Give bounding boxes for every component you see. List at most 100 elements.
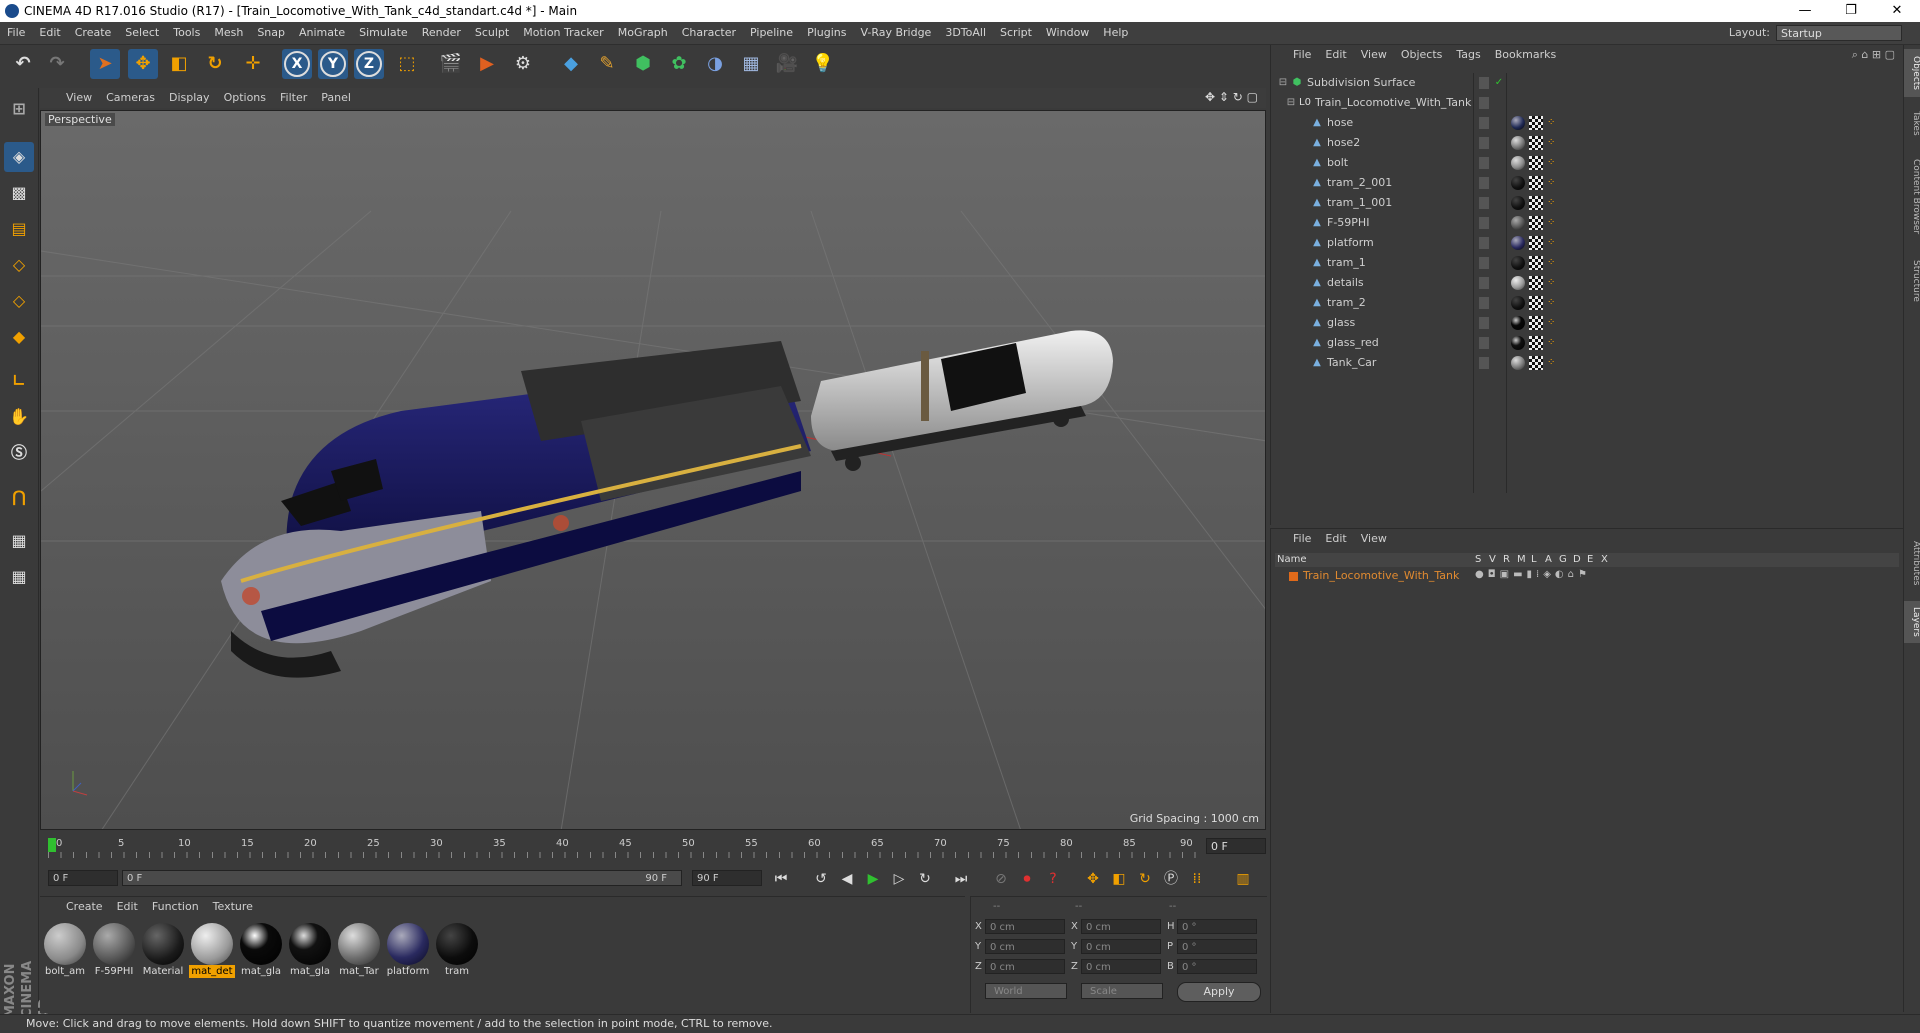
viewport-menu-cameras[interactable]: Cameras <box>99 88 162 108</box>
tab-objects[interactable]: Objects <box>1904 49 1920 97</box>
prev-frame-icon[interactable]: ◀ <box>836 868 858 890</box>
material-tag[interactable] <box>1511 236 1525 250</box>
viewport-menu-view[interactable]: View <box>40 88 99 108</box>
goto-end-icon[interactable]: ⏭ <box>950 868 972 890</box>
material-tag[interactable] <box>1511 176 1525 190</box>
material-swatch[interactable]: tram <box>434 921 480 981</box>
rotation-h-field[interactable]: 0 ° <box>1177 919 1257 934</box>
axis-mode-icon[interactable]: ∟ <box>4 366 34 396</box>
object-row[interactable]: ▲ hose2 ⁘ <box>1271 133 1903 153</box>
object-row[interactable]: ▲ hose ⁘ <box>1271 113 1903 133</box>
material-menu-function[interactable]: Function <box>145 897 206 917</box>
position-x-field[interactable]: 0 cm <box>985 919 1065 934</box>
material-tag[interactable] <box>1511 196 1525 210</box>
material-swatch[interactable]: F-59PHI <box>91 921 137 981</box>
object-menu-view[interactable]: View <box>1354 45 1394 65</box>
menu-3dtoall[interactable]: 3DToAll <box>938 22 993 44</box>
texture-tag-icon[interactable]: ⁘ <box>1547 197 1557 209</box>
redo-icon[interactable]: ↷ <box>42 49 72 79</box>
tab-takes[interactable]: Takes <box>1904 105 1920 141</box>
object-row[interactable]: ▲ details ⁘ <box>1271 273 1903 293</box>
visibility-toggle[interactable] <box>1479 177 1489 189</box>
visibility-toggle[interactable] <box>1479 257 1489 269</box>
texture-tag-icon[interactable]: ⁘ <box>1547 157 1557 169</box>
visibility-toggle[interactable] <box>1479 277 1489 289</box>
material-swatch[interactable]: platform <box>385 921 431 981</box>
menu-script[interactable]: Script <box>993 22 1039 44</box>
layer-menu-edit[interactable]: Edit <box>1318 529 1353 549</box>
goto-start-icon[interactable]: ⏮ <box>770 868 792 890</box>
viewport-menu-display[interactable]: Display <box>162 88 217 108</box>
object-row[interactable]: ▲ platform ⁘ <box>1271 233 1903 253</box>
cloner-icon[interactable]: ✿ <box>664 49 694 79</box>
timeline-ruler[interactable]: 0 5 10 15 20 25 30 35 40 45 50 55 60 65 … <box>40 834 1266 860</box>
object-row[interactable]: ▲ tram_1 ⁘ <box>1271 253 1903 273</box>
material-tag[interactable] <box>1511 296 1525 310</box>
rotation-p-field[interactable]: 0 ° <box>1177 939 1257 954</box>
live-select-icon[interactable]: ✛ <box>238 49 268 79</box>
object-row-subdivision-surface[interactable]: ⊟ ⬢ Subdivision Surface ✓ <box>1271 73 1903 93</box>
menu-edit[interactable]: Edit <box>32 22 67 44</box>
object-menu-edit[interactable]: Edit <box>1318 45 1353 65</box>
keyframe-selection-icon[interactable]: ? <box>1042 868 1064 890</box>
undo-icon[interactable]: ↶ <box>8 49 38 79</box>
texture-tag-icon[interactable]: ⁘ <box>1547 217 1557 229</box>
uvw-tag[interactable] <box>1529 196 1543 210</box>
menu-plugins[interactable]: Plugins <box>800 22 853 44</box>
visibility-toggle[interactable] <box>1479 77 1489 89</box>
key-scale-icon[interactable]: ◧ <box>1108 868 1130 890</box>
visibility-toggle[interactable] <box>1479 237 1489 249</box>
menu-simulate[interactable]: Simulate <box>352 22 415 44</box>
apply-button[interactable]: Apply <box>1177 982 1261 1002</box>
viewport-menu-options[interactable]: Options <box>217 88 273 108</box>
tweak-mode-icon[interactable]: ✋ <box>4 402 34 432</box>
snap-icon[interactable]: ⋂ <box>4 482 34 512</box>
menu-vray-bridge[interactable]: V-Ray Bridge <box>853 22 938 44</box>
menu-select[interactable]: Select <box>118 22 166 44</box>
layer-row[interactable]: Train_Locomotive_With_Tank ●◘▣▬▮⁞◈◐⌂⚑ <box>1275 569 1899 583</box>
layer-color-swatch[interactable] <box>1289 572 1298 581</box>
enabled-check-icon[interactable]: ✓ <box>1493 77 1505 89</box>
key-position-icon[interactable]: ✥ <box>1082 868 1104 890</box>
material-menu-edit[interactable]: Edit <box>110 897 145 917</box>
autokey-icon[interactable]: ⏺ <box>1016 868 1038 890</box>
visibility-toggle[interactable] <box>1479 137 1489 149</box>
material-tag[interactable] <box>1511 316 1525 330</box>
object-menu-bookmarks[interactable]: Bookmarks <box>1488 45 1563 65</box>
visibility-toggle[interactable] <box>1479 317 1489 329</box>
visibility-toggle[interactable] <box>1479 297 1489 309</box>
texture-tag-icon[interactable]: ⁘ <box>1547 357 1557 369</box>
uvw-tag[interactable] <box>1529 116 1543 130</box>
visibility-toggle[interactable] <box>1479 217 1489 229</box>
object-row[interactable]: ▲ glass ⁘ <box>1271 313 1903 333</box>
uvw-tag[interactable] <box>1529 336 1543 350</box>
material-swatch[interactable]: mat_det <box>189 921 235 981</box>
material-swatch[interactable]: mat_gla <box>238 921 284 981</box>
move-icon[interactable]: ✥ <box>128 49 158 79</box>
uvw-tag[interactable] <box>1529 356 1543 370</box>
start-frame-field[interactable]: 0 F <box>48 870 118 886</box>
frame-range-slider[interactable]: 0 F 90 F <box>122 870 682 886</box>
tab-attributes[interactable]: Attributes <box>1904 533 1920 593</box>
make-editable-icon[interactable]: ⊞ <box>4 94 34 124</box>
material-tag[interactable] <box>1511 116 1525 130</box>
select-arrow-icon[interactable]: ➤ <box>90 49 120 79</box>
material-tag[interactable] <box>1511 136 1525 150</box>
uvw-tag[interactable] <box>1529 156 1543 170</box>
uvw-tag[interactable] <box>1529 136 1543 150</box>
material-tag[interactable] <box>1511 216 1525 230</box>
camera-icon[interactable]: 🎥 <box>772 49 802 79</box>
menu-animate[interactable]: Animate <box>292 22 352 44</box>
tab-structure[interactable]: Structure <box>1904 253 1920 309</box>
object-row[interactable]: ▲ glass_red ⁘ <box>1271 333 1903 353</box>
material-tag[interactable] <box>1511 276 1525 290</box>
prev-key-icon[interactable]: ↺ <box>810 868 832 890</box>
deformer-icon[interactable]: ◑ <box>700 49 730 79</box>
texture-tag-icon[interactable]: ⁘ <box>1547 257 1557 269</box>
menu-snap[interactable]: Snap <box>250 22 292 44</box>
uvw-tag[interactable] <box>1529 176 1543 190</box>
texture-tag-icon[interactable]: ⁘ <box>1547 137 1557 149</box>
edges-mode-icon[interactable]: ◇ <box>4 286 34 316</box>
menu-mograph[interactable]: MoGraph <box>611 22 675 44</box>
texture-mode-icon[interactable]: ▩ <box>4 178 34 208</box>
